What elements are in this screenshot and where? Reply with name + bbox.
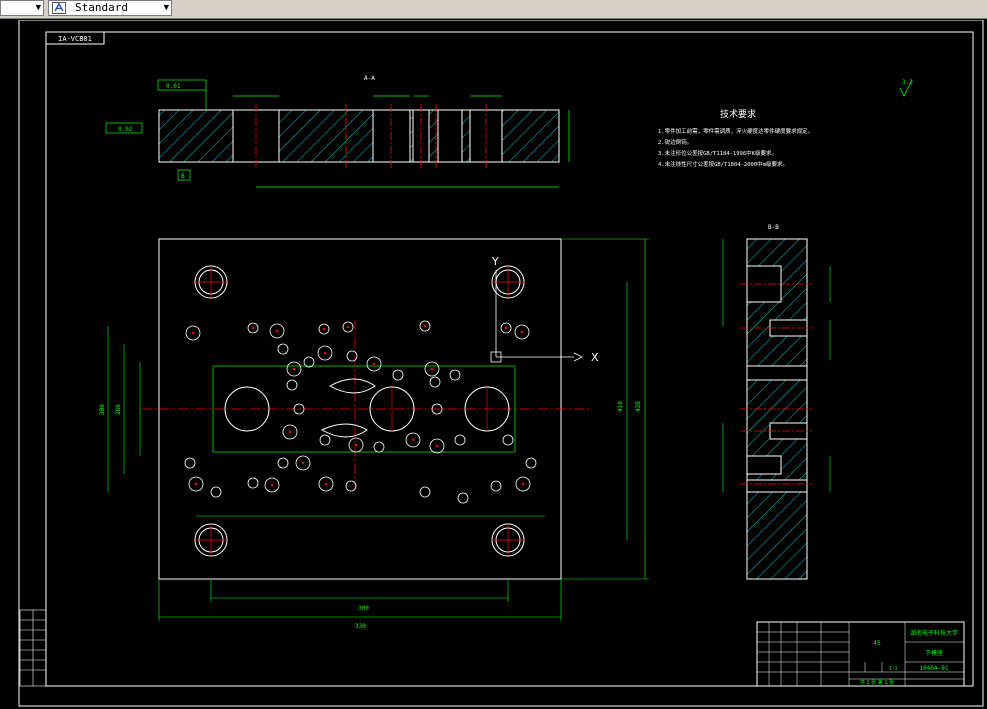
- roughness-value: 3.2: [902, 79, 913, 86]
- axis-y-label: Y: [491, 255, 499, 268]
- text-style-icon: [52, 2, 66, 14]
- tech-note: 2.锐边倒钝。: [658, 138, 692, 146]
- dropdown-arrow-icon[interactable]: ▼: [36, 1, 41, 15]
- tech-notes: 1.零件加工前需，零件需调质，淬火硬度达零件硬度要求规定。 2.锐边倒钝。 3.…: [658, 127, 813, 168]
- drawing-number: 1040A-01: [920, 665, 949, 672]
- roughness-symbol: 3.2: [899, 79, 913, 97]
- cad-drawing: IA-VCB01 A-A 0.01 0.02 B 技术要求 1.零件加工前需，零…: [18, 20, 984, 707]
- text-style-combo[interactable]: Standard ▼: [48, 0, 172, 16]
- dim-bottom-inner: 300: [358, 605, 369, 612]
- ucs-icon: [490, 270, 583, 363]
- dim-right-inner: 410: [617, 401, 624, 412]
- tech-note: 3.未注形位公差按GB/T1184-1996中K级要求。: [658, 149, 777, 157]
- tech-note: 4.未注线性尺寸公差按GB/T1804-2000中m级要求。: [658, 160, 788, 168]
- datum-label: B: [181, 173, 185, 180]
- section-bb-view: [722, 238, 831, 580]
- section-aa-view: 0.01 0.02 B: [105, 79, 570, 188]
- dim-bottom-outer: 330: [355, 623, 366, 630]
- drawing-canvas[interactable]: IA-VCB01 A-A 0.01 0.02 B 技术要求 1.零件加工前需，零…: [0, 20, 987, 709]
- frame-tag: IA-VCB01: [58, 35, 92, 43]
- text-style-value: Standard: [75, 1, 128, 14]
- school-name: 湖南电子科技大学: [910, 629, 958, 637]
- tol-f-value: 0.01: [166, 83, 181, 90]
- section-bb-label: B-B: [768, 224, 779, 231]
- left-margin-table: [19, 609, 47, 687]
- axis-x-label: X: [591, 351, 599, 364]
- plan-view: X Y 300 330 410 430 300 266: [99, 238, 649, 630]
- tol-b-value: 0.02: [118, 126, 133, 133]
- scale: 1:1: [888, 666, 897, 672]
- sheet-count: 共 1 张 第 1 张: [860, 679, 894, 686]
- dim-right-outer: 430: [635, 401, 642, 412]
- dropdown-arrow-icon[interactable]: ▼: [164, 1, 169, 15]
- tech-note: 1.零件加工前需，零件需调质，淬火硬度达零件硬度要求规定。: [658, 127, 813, 135]
- section-aa-label: A-A: [364, 75, 375, 82]
- layer-combo[interactable]: ▼: [0, 0, 44, 16]
- title-block: 湖南电子科技大学 下模座 1040A-01 45 1:1 共 1 张 第 1 张: [756, 621, 965, 687]
- material: 45: [873, 640, 881, 647]
- part-name: 下模座: [925, 649, 943, 657]
- dim-left-inner: 266: [115, 404, 122, 415]
- style-toolbar: ▼ Standard ▼: [0, 0, 987, 19]
- dim-left-outer: 300: [99, 404, 106, 415]
- tech-title: 技术要求: [720, 108, 756, 120]
